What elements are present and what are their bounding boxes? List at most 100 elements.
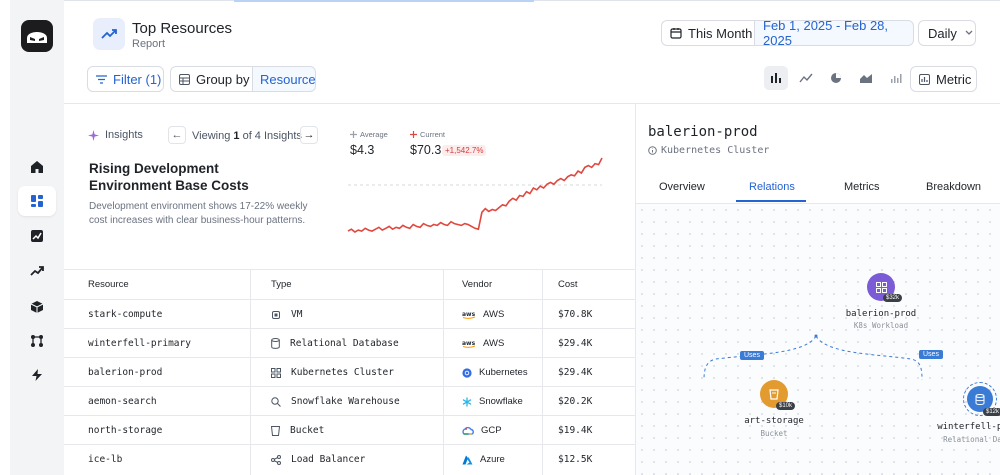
group-by-button[interactable]: Group by [170,66,252,92]
detail-title: balerion-prod [648,124,758,140]
column-header-type[interactable]: Type [271,270,292,299]
node-kind: K8s Workload [853,321,909,330]
trend-up-icon [30,266,44,276]
node-kind: Bucket [760,429,788,438]
filter-button[interactable]: Filter (1) [87,66,164,92]
nav-home[interactable] [18,152,56,182]
granularity-select[interactable]: Daily [918,20,976,46]
edge-origin-dot [814,334,818,338]
helmet-logo-icon [27,32,47,43]
cell-vendor: GCP [462,416,502,445]
pager-prefix: Viewing [192,130,231,142]
nav-workflows[interactable] [18,326,56,356]
node-name: winterfell-primary [937,422,1000,432]
database-icon [975,393,985,405]
edge-label-uses: Uses [919,350,943,359]
table-row[interactable]: stark-compute VM aws AWS $70.8K [64,299,635,328]
cell-resource: north-storage [88,425,163,436]
cell-type: Load Balancer [271,445,365,474]
chart-type-switcher [764,66,908,92]
nav-resources[interactable] [18,292,56,322]
group-by-value-label: Resource [260,71,316,87]
gcp-logo-icon [462,426,474,436]
line-chart-toggle[interactable] [794,66,818,90]
metric-icon [919,73,930,85]
cell-vendor: Kubernetes [462,358,528,387]
calendar-icon [670,28,682,39]
main-area: Top Resources Report This Month Feb 1, 2… [64,0,1000,475]
cell-type-label: Load Balancer [291,454,366,465]
table-row[interactable]: ice-lb Load Balancer Azure $12.5K [64,444,635,473]
cell-resource: winterfell-primary [88,338,191,349]
tab-overview[interactable]: Overview [659,181,705,193]
search-icon [271,396,281,407]
column-header-vendor[interactable]: Vendor [462,270,492,299]
aws-logo-icon: aws [462,310,476,319]
average-stat-label: Average [350,130,388,139]
cell-type: VM [271,300,302,329]
cell-resource: stark-compute [88,309,163,320]
tab-breakdown[interactable]: Breakdown [926,181,981,193]
page-subtitle: Report [132,38,166,50]
database-icon [271,338,280,349]
chart-box-icon [31,230,43,242]
cell-type-label: Kubernetes Cluster [291,367,394,378]
group-by-label: Group by [196,71,250,87]
edge-to-winterfell [815,335,923,381]
period-label: This Month [688,25,753,41]
relations-graph[interactable]: Uses Uses $32k balerion-prod K8s Workloa… [636,204,1000,475]
detail-subtitle-text: Kubernetes Cluster [661,145,770,156]
next-insight-button[interactable]: → [300,126,318,144]
period-select[interactable]: This Month [661,20,754,46]
insights-header: Insights [88,129,143,141]
current-label: Current [420,130,446,139]
node-name: art-storage [744,416,804,426]
prev-insight-button[interactable]: ← [168,126,186,144]
svg-text:aws: aws [462,311,476,318]
cell-type: Bucket [271,416,324,445]
cell-type: Kubernetes Cluster [271,358,394,387]
metric-button[interactable]: Metric [910,66,977,92]
area-chart-toggle[interactable] [854,66,878,90]
loading-bar [234,0,534,2]
cell-vendor-label: Azure [480,454,505,465]
date-range-picker[interactable]: Feb 1, 2025 - Feb 28, 2025 [754,18,914,48]
app-logo[interactable] [21,20,53,52]
kubernetes-logo-icon [462,367,472,378]
scatter-chart-toggle[interactable] [884,66,908,90]
nav-dashboard[interactable] [18,186,56,216]
table-row[interactable]: winterfell-primary Relational Database aws… [64,328,635,357]
group-by-value[interactable]: Resource [252,66,316,92]
pie-chart-toggle[interactable] [824,66,848,90]
table-row[interactable]: aemon-search Snowflake Warehouse Snowflake… [64,386,635,415]
cell-vendor-label: Snowflake [479,396,523,407]
cell-vendor-label: AWS [483,338,505,349]
metric-label: Metric [936,71,972,87]
column-header-cost[interactable]: Cost [558,270,578,299]
nav-automations[interactable] [18,360,56,390]
table-header: Resource Type Vendor Cost [64,269,635,299]
cell-resource: ice-lb [88,454,123,465]
pager-suffix: of 4 Insights [242,130,302,142]
cell-cost: $20.2K [558,396,593,407]
table-row[interactable]: balerion-prod Kubernetes Cluster Kubernete… [64,357,635,386]
tab-metrics[interactable]: Metrics [844,181,879,193]
bar-chart-toggle[interactable] [764,66,788,90]
bucket-icon [271,425,280,436]
column-header-resource[interactable]: Resource [88,270,129,299]
cell-cost: $29.4K [558,338,593,349]
snowflake-logo-icon [462,397,472,407]
cube-icon [30,301,44,313]
insights-label: Insights [105,129,143,141]
cell-type: Snowflake Warehouse [271,387,400,416]
node-name: balerion-prod [845,309,917,319]
nav-reports[interactable] [18,221,56,251]
table-row[interactable]: north-storage Bucket GCP $19.4K [64,415,635,444]
cell-type-label: VM [291,309,303,320]
cell-type: Relational Database [271,329,399,358]
pie-chart-icon [831,73,841,83]
tab-relations[interactable]: Relations [749,181,795,193]
chevron-down-icon [965,30,973,35]
cell-vendor: Snowflake [462,387,523,416]
nav-trends[interactable] [18,256,56,286]
